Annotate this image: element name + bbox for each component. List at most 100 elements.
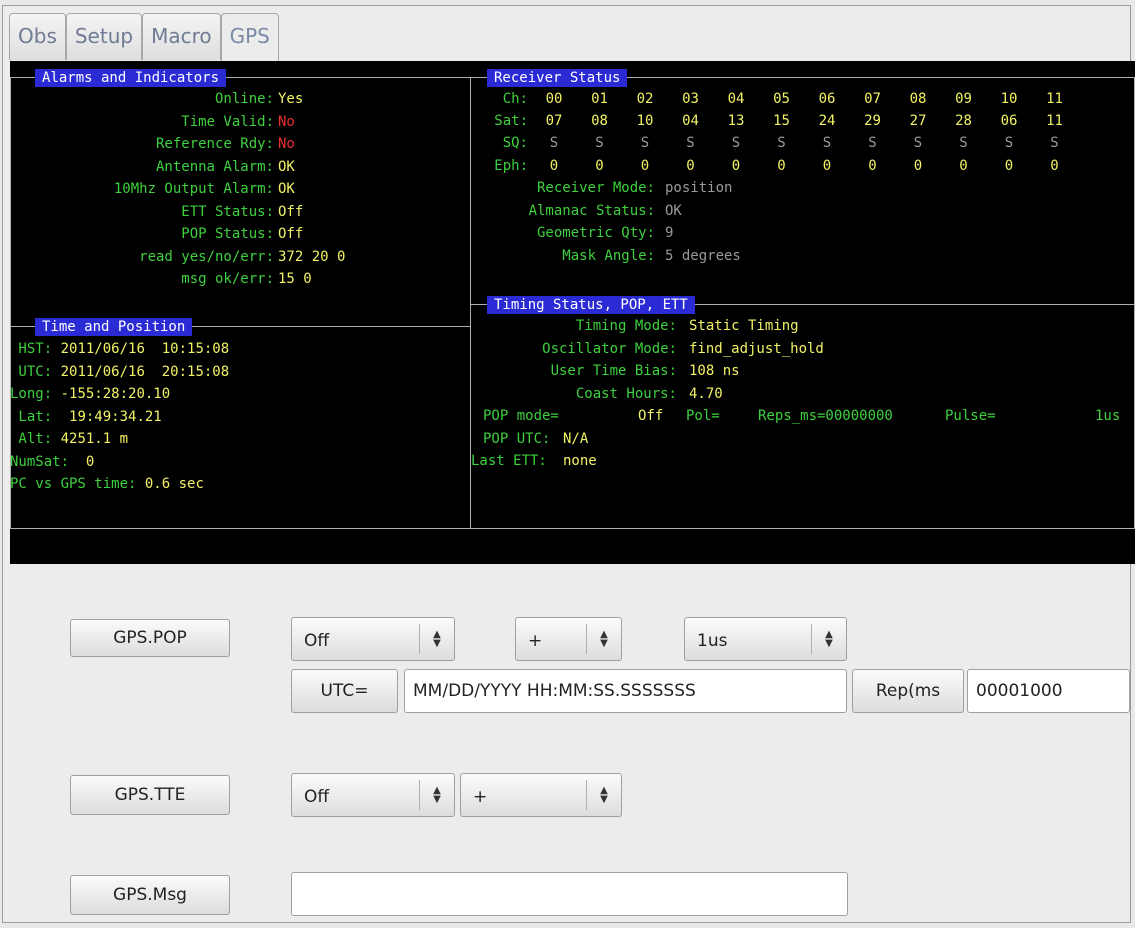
utc-input[interactable]: MM/DD/YYYY HH:MM:SS.SSSSSSS xyxy=(404,669,847,713)
select-arrows-icon: ▲ ▼ xyxy=(419,780,454,810)
time-position-value: 19:49:34.21 xyxy=(52,408,162,425)
time-position-label: Long: xyxy=(10,386,53,402)
receiver-sat-cell: 27 xyxy=(909,113,927,129)
pop-mode-value: Off xyxy=(638,408,664,424)
pop-polarity-select[interactable]: + ▲ ▼ xyxy=(515,617,622,661)
receiver-ch-cell: 05 xyxy=(773,91,790,107)
time-position-panel-title: Time and Position xyxy=(35,318,193,336)
gps-msg-input[interactable] xyxy=(291,872,848,916)
receiver-ch-cell: 06 xyxy=(818,91,836,107)
receiver-field-label: Mask Angle: xyxy=(562,247,655,264)
receiver-eph-cell: 0 xyxy=(822,158,832,174)
alarm-value: No xyxy=(278,136,295,152)
receiver-eph-cell: 0 xyxy=(731,158,741,174)
pop-mode-select-value: Off xyxy=(304,631,330,651)
receiver-ch-label: Ch: xyxy=(502,91,528,107)
receiver-field-value: 5 degrees xyxy=(665,247,741,264)
last-ett-label: Last ETT: xyxy=(471,453,547,469)
timing-value: 4.70 xyxy=(689,385,723,402)
time-position-label: Alt: xyxy=(10,431,53,447)
tab-macro[interactable]: Macro xyxy=(142,13,221,60)
receiver-sq-cell: S xyxy=(640,135,650,151)
receiver-field-value: 9 xyxy=(665,225,674,241)
tab-gps[interactable]: GPS xyxy=(220,13,279,62)
time-position-row: Lat: 19:49:34.21 xyxy=(10,407,162,427)
receiver-sat-cell: 13 xyxy=(727,113,745,129)
receiver-sq-label: SQ: xyxy=(502,135,528,151)
alarm-label: msg ok/err: xyxy=(181,271,274,287)
gps-pop-button[interactable]: GPS.POP xyxy=(70,619,230,657)
receiver-sq-cell: S xyxy=(777,135,786,151)
receiver-field-value: OK xyxy=(665,202,682,219)
pop-pulse-value: 1us xyxy=(1095,408,1121,424)
alarm-value: 372 20 0 xyxy=(278,248,346,265)
rep-ms-input[interactable]: 00001000 xyxy=(967,669,1130,713)
timing-label: Coast Hours: xyxy=(575,385,677,402)
timing-label: Timing Mode: xyxy=(575,318,677,334)
receiver-sq-cell: S xyxy=(1050,135,1059,151)
time-position-label: HST: xyxy=(10,341,53,357)
select-arrows-icon: ▲ ▼ xyxy=(419,624,454,654)
gps-tte-button[interactable]: GPS.TTE xyxy=(70,775,230,815)
pop-mode-label: POP mode= xyxy=(483,408,559,424)
receiver-ch-cell: 02 xyxy=(636,91,654,107)
time-position-value: 2011/06/16 20:15:08 xyxy=(52,363,230,380)
receiver-sat-cell: 11 xyxy=(1046,113,1063,129)
pop-utc-label: POP UTC: xyxy=(483,430,551,447)
receiver-sq-cell: S xyxy=(913,135,923,151)
tte-mode-select[interactable]: Off ▲ ▼ xyxy=(291,773,455,817)
alarm-value: Off xyxy=(278,203,304,220)
rep-ms-button[interactable]: Rep(ms xyxy=(852,669,964,713)
receiver-sq-cell: S xyxy=(822,135,832,151)
utc-button[interactable]: UTC= xyxy=(291,669,398,713)
pop-pol-label: Pol= xyxy=(686,408,720,424)
receiver-sq-cell: S xyxy=(1004,135,1014,151)
receiver-sat-cell: 29 xyxy=(864,113,881,129)
timing-value: find_adjust_hold xyxy=(689,340,824,357)
status-display: Alarms and Indicators Time and Position … xyxy=(10,61,1135,564)
alarm-value: Off xyxy=(278,226,304,242)
timing-label: User Time Bias: xyxy=(550,363,677,379)
pop-pulse-select[interactable]: 1us ▲ ▼ xyxy=(684,617,847,661)
alarm-label: read yes/no/err: xyxy=(139,248,274,265)
time-position-row: Long: -155:28:20.10 xyxy=(10,384,170,404)
last-ett-value: none xyxy=(563,453,597,469)
receiver-sat-cell: 07 xyxy=(545,113,563,129)
pop-pulse-select-value: 1us xyxy=(697,631,728,651)
timing-panel-title: Timing Status, POP, ETT xyxy=(487,296,695,314)
receiver-sq-cell: S xyxy=(549,135,559,151)
tab-setup[interactable]: Setup xyxy=(65,13,143,60)
time-position-label: NumSat: xyxy=(10,453,70,470)
receiver-ch-cell: 08 xyxy=(909,91,927,107)
alarm-label: POP Status: xyxy=(181,226,274,242)
time-position-label: UTC: xyxy=(10,363,53,380)
receiver-eph-cell: 0 xyxy=(959,158,968,174)
receiver-sat-cell: 10 xyxy=(636,113,654,129)
receiver-eph-cell: 0 xyxy=(868,158,877,174)
select-arrows-icon: ▲ ▼ xyxy=(811,624,846,654)
receiver-ch-cell: 03 xyxy=(682,91,699,107)
alarm-label: 10Mhz Output Alarm: xyxy=(113,181,274,197)
receiver-field-label: Receiver Mode: xyxy=(536,180,655,196)
tte-polarity-select[interactable]: + ▲ ▼ xyxy=(460,773,622,817)
gps-msg-button[interactable]: GPS.Msg xyxy=(70,875,230,915)
timing-value: 108 ns xyxy=(689,363,740,379)
alarm-value: OK xyxy=(278,158,295,175)
receiver-sat-cell: 28 xyxy=(955,113,972,129)
receiver-eph-cell: 0 xyxy=(640,158,650,174)
receiver-sq-cell: S xyxy=(959,135,968,151)
time-position-value: 0.6 sec xyxy=(136,476,204,492)
alarm-label: Reference Rdy: xyxy=(155,136,274,152)
tab-obs[interactable]: Obs xyxy=(9,13,66,60)
time-position-label: Lat: xyxy=(10,408,53,425)
receiver-sq-cell: S xyxy=(686,135,695,151)
receiver-sq-cell: S xyxy=(731,135,741,151)
alarm-value: OK xyxy=(278,181,295,197)
receiver-ch-cell: 11 xyxy=(1046,91,1063,107)
receiver-field-value: position xyxy=(665,180,733,196)
receiver-ch-cell: 10 xyxy=(1000,91,1018,107)
pop-mode-select[interactable]: Off ▲ ▼ xyxy=(291,617,455,661)
timing-value: Static Timing xyxy=(689,318,799,334)
receiver-ch-cell: 01 xyxy=(591,91,608,107)
time-position-row: UTC: 2011/06/16 20:15:08 xyxy=(10,362,229,382)
